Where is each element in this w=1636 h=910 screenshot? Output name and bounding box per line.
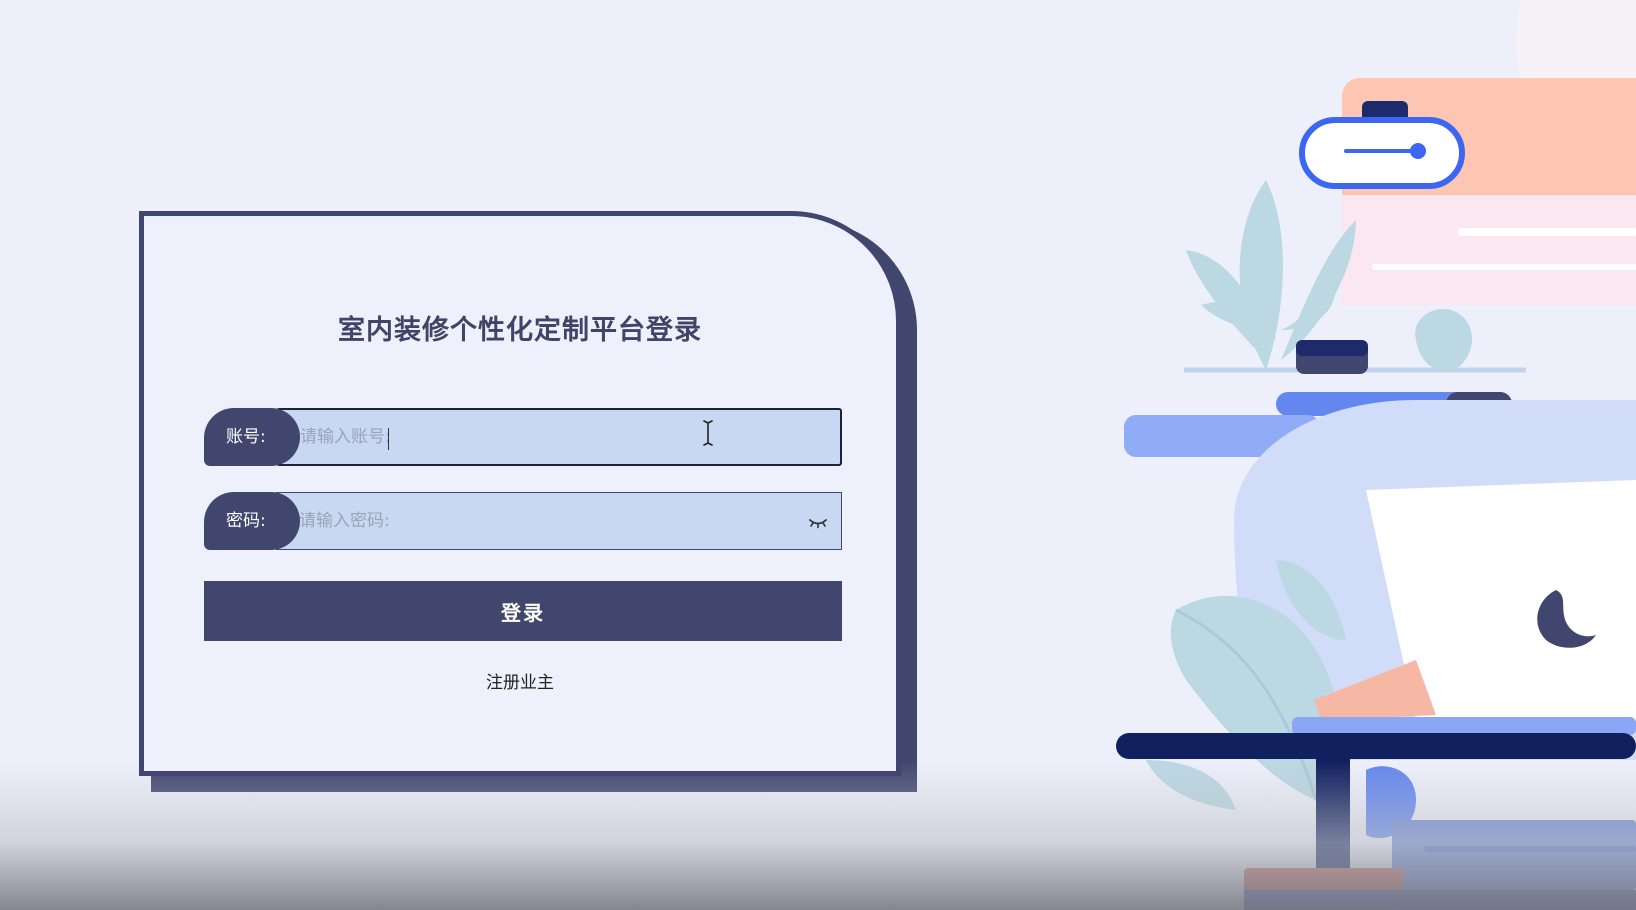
text-caret (388, 428, 389, 450)
desk-illustration (1116, 0, 1636, 910)
account-input-wrap (276, 408, 842, 466)
password-label: 密码: (204, 492, 300, 550)
password-input[interactable] (299, 493, 797, 549)
login-button[interactable]: 登录 (204, 581, 842, 641)
account-field: 账号: (204, 408, 842, 466)
eye-closed-icon[interactable] (807, 511, 829, 533)
login-card: 室内装修个性化定制平台登录 账号: 密码: 登录 注册业主 (139, 211, 901, 776)
text-cursor-icon (703, 420, 713, 446)
account-input[interactable] (300, 410, 796, 464)
password-field: 密码: (204, 492, 842, 550)
page-title: 室内装修个性化定制平台登录 (338, 315, 702, 346)
account-label: 账号: (204, 408, 300, 466)
password-input-wrap (276, 492, 842, 550)
register-owner-link[interactable]: 注册业主 (144, 668, 896, 693)
